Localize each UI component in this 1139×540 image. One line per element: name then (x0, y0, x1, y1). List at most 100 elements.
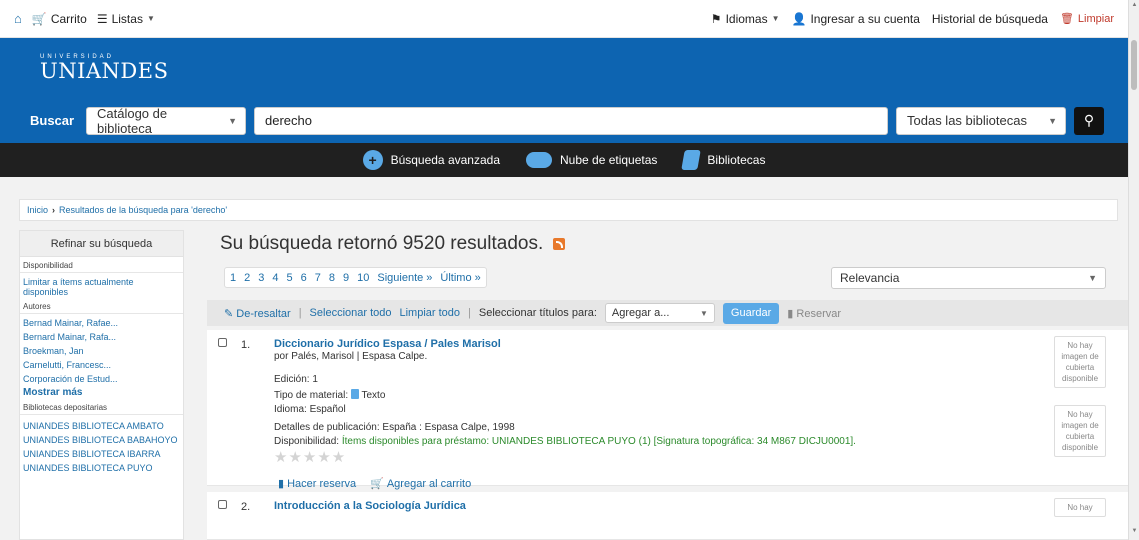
add-to-select[interactable]: Agregar a... ▼ (604, 303, 715, 323)
result-language: Idioma: Español (274, 404, 346, 415)
facet-library[interactable]: UNIANDES BIBLIOTECA IBARRA (20, 448, 183, 462)
page-link[interactable]: 7 (315, 272, 321, 284)
tag-cloud-link[interactable]: Nube de etiquetas (526, 152, 657, 168)
chevron-right-icon: › (52, 205, 56, 215)
cart-link[interactable]: 🛒 Carrito (32, 12, 87, 26)
facet-author[interactable]: Corporación de Estud... (20, 373, 183, 386)
rating-stars[interactable]: ★★★★★ (274, 448, 346, 466)
results-count-text: Su búsqueda retornó 9520 resultados. (220, 233, 544, 254)
reserve-button[interactable]: ▮ Reservar (787, 307, 841, 320)
cart-icon: 🛒 (31, 11, 47, 26)
history-link[interactable]: Historial de búsqueda (932, 12, 1048, 26)
facet-library[interactable]: UNIANDES BIBLIOTECA BABAHOYO (20, 434, 183, 448)
uniandes-logo[interactable]: UNIVERSIDAD UNIANDES (40, 54, 168, 82)
unhighlight-link[interactable]: ✎ De-resaltar (224, 307, 291, 320)
clear-all-link[interactable]: Limpiar todo (400, 307, 461, 319)
clear-label: Limpiar (1077, 12, 1114, 25)
reserve-label: Reservar (796, 307, 842, 320)
catalog-select-value: Catálogo de biblioteca (97, 105, 168, 136)
page-link[interactable]: 10 (357, 272, 369, 284)
facet-author[interactable]: Bernard Mainar, Rafa... (20, 331, 183, 345)
chevron-down-icon: ▼ (1048, 115, 1057, 126)
last-page-link[interactable]: Último » (440, 272, 480, 284)
place-hold-link[interactable]: ▮ Hacer reserva (278, 477, 357, 491)
pub-label: Detalles de publicación: (274, 422, 380, 433)
catalog-select[interactable]: Catálogo de biblioteca ▼ (86, 105, 246, 136)
authors-heading: Autores (20, 298, 183, 314)
result-checkbox[interactable] (218, 338, 227, 347)
scroll-thumb[interactable] (1131, 40, 1137, 90)
sort-select[interactable]: Relevancia ▼ (831, 267, 1106, 289)
facet-author[interactable]: Bernad Mainar, Rafae... (20, 317, 183, 331)
search-icon: ⚲ (1083, 112, 1095, 128)
languages-menu[interactable]: ⚑ Idiomas ▼ (711, 12, 780, 26)
facet-author[interactable]: Broekman, Jan (20, 345, 183, 359)
library-select[interactable]: Todas las bibliotecas ▼ (896, 106, 1066, 135)
list-icon: ☰ (96, 11, 108, 26)
place-hold-label: Hacer reserva (287, 477, 357, 490)
rss-icon[interactable] (553, 238, 566, 250)
page-scrollbar[interactable]: ▲ ▼ (1128, 0, 1139, 540)
unhighlight-label: De-resaltar (236, 307, 291, 320)
avail-status: Ítems disponibles para préstamo: (341, 436, 490, 447)
login-link[interactable]: 👤 Ingresar a su cuenta (792, 12, 920, 26)
lists-label: Listas (111, 11, 143, 26)
breadcrumb-home[interactable]: Inicio (27, 205, 48, 215)
page-link[interactable]: 1 (230, 272, 236, 284)
page-link[interactable]: 6 (301, 272, 307, 284)
scroll-up-icon[interactable]: ▲ (1129, 2, 1139, 8)
next-page-link[interactable]: Siguiente » (377, 272, 432, 284)
pencil-icon: ✎ (224, 307, 234, 320)
result-number: 2. (241, 501, 251, 513)
page-link[interactable]: 2 (244, 272, 250, 284)
pub-value: España : Espasa Calpe, 1998 (382, 422, 515, 433)
library-select-value: Todas las bibliotecas (907, 113, 1027, 128)
trash-icon: 🗑 (1059, 13, 1074, 25)
result-item: 2. Introducción a la Sociología Jurídica… (207, 492, 1128, 540)
avail-label: Disponibilidad: (274, 436, 340, 447)
breadcrumb: Inicio › Resultados de la búsqueda para … (19, 199, 1118, 221)
add-to-cart-link[interactable]: 🛒 Agregar al carrito (370, 477, 471, 491)
lists-menu[interactable]: ☰ Listas ▼ (97, 12, 155, 26)
zoom-plus-icon: + (362, 150, 383, 170)
divider: | (298, 307, 302, 319)
chevron-down-icon: ▼ (228, 115, 237, 126)
result-checkbox[interactable] (218, 500, 227, 509)
page-link[interactable]: 8 (329, 272, 335, 284)
facet-library[interactable]: UNIANDES BIBLIOTECA AMBATO (20, 420, 183, 434)
add-to-value: Agregar a... (611, 307, 670, 319)
breadcrumb-current[interactable]: Resultados de la búsqueda para 'derecho' (59, 205, 227, 215)
flag-icon: ⚑ (710, 11, 722, 26)
content-area: Inicio › Resultados de la búsqueda para … (0, 177, 1128, 540)
show-more-link[interactable]: Mostrar más (20, 386, 183, 399)
advanced-search-link[interactable]: + Búsqueda avanzada (362, 150, 500, 170)
result-edition: Edición: 1 (274, 374, 318, 385)
home-icon[interactable]: ⌂ (14, 11, 22, 26)
top-bar: ⌂ 🛒 Carrito ☰ Listas ▼ ⚑ Idiomas ▼ 👤 Ing… (0, 0, 1128, 38)
pagination: 1 2 3 4 5 6 7 8 9 10 Siguiente » Último … (224, 267, 487, 288)
page-link[interactable]: 5 (287, 272, 293, 284)
libraries-link[interactable]: Bibliotecas (681, 150, 765, 170)
result-title-link[interactable]: Introducción a la Sociología Jurídica (274, 500, 466, 512)
page-link[interactable]: 4 (272, 272, 278, 284)
search-bar: Buscar Catálogo de biblioteca ▼ derecho … (0, 98, 1128, 143)
no-cover-placeholder: No hay imagen de cubierta disponible (1054, 405, 1106, 457)
select-all-link[interactable]: Seleccionar todo (310, 307, 392, 319)
limit-available-link[interactable]: Limitar a ítems actualmente disponibles (20, 273, 183, 298)
material-value: Texto (361, 390, 386, 401)
facet-library[interactable]: UNIANDES BIBLIOTECA PUYO (20, 462, 183, 474)
no-cover-placeholder: No hay (1054, 498, 1106, 517)
save-button[interactable]: Guardar (722, 302, 780, 324)
material-label: Tipo de material: (274, 390, 349, 401)
search-button[interactable]: ⚲ (1074, 106, 1104, 135)
page-link[interactable]: 3 (258, 272, 264, 284)
search-input[interactable]: derecho (254, 106, 888, 135)
result-title-link[interactable]: Diccionario Jurídico Espasa / Pales Mari… (274, 338, 501, 350)
scroll-down-icon[interactable]: ▼ (1129, 528, 1139, 534)
page-link[interactable]: 9 (343, 272, 349, 284)
facet-author[interactable]: Carnelutti, Francesc... (20, 359, 183, 373)
cloud-icon (526, 152, 552, 168)
sort-select-value: Relevancia (840, 271, 900, 285)
clear-history-link[interactable]: 🗑 Limpiar (1059, 12, 1114, 26)
results-title: Su búsqueda retornó 9520 resultados. (220, 233, 566, 255)
